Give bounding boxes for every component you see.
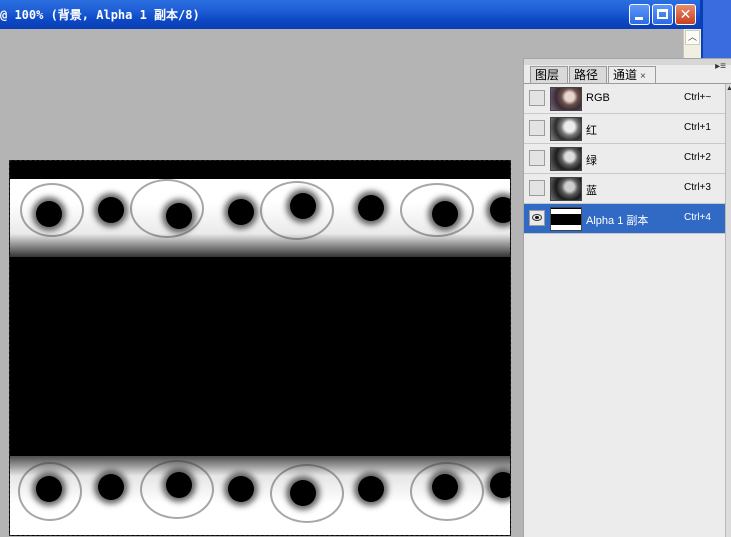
window-titlebar[interactable]: @ 100% (背景, Alpha 1 副本/8) ✕ (0, 0, 702, 29)
visibility-toggle[interactable] (529, 150, 545, 166)
channel-thumbnail (550, 147, 582, 171)
channel-name: RGB (586, 92, 610, 104)
visibility-toggle[interactable] (529, 90, 545, 106)
channel-shortcut: Ctrl+4 (684, 212, 711, 223)
channel-shortcut: Ctrl+3 (684, 182, 711, 193)
visibility-toggle[interactable] (529, 210, 545, 226)
channel-row-rgb[interactable]: RGB Ctrl+~ (524, 84, 725, 114)
channel-thumbnail (550, 117, 582, 141)
window-title: @ 100% (背景, Alpha 1 副本/8) (0, 8, 200, 22)
chevron-up-icon[interactable]: ︿ (685, 30, 700, 45)
visibility-toggle[interactable] (529, 120, 545, 136)
channel-row-alpha1-copy[interactable]: Alpha 1 副本 Ctrl+4 (524, 204, 725, 234)
panel-scrollbar[interactable]: ▲ (725, 84, 731, 537)
visibility-toggle[interactable] (529, 180, 545, 196)
minimize-icon (635, 17, 643, 20)
tab-paths[interactable]: 路径 (569, 66, 607, 83)
channel-name: Alpha 1 副本 (586, 215, 649, 227)
channel-shortcut: Ctrl+1 (684, 122, 711, 133)
channel-thumbnail (550, 207, 582, 231)
channels-panel: ▸≡ 图层 路径 通道 × RGB Ctrl+~ 红 Ctrl+1 绿 Ctrl+… (523, 58, 731, 537)
channel-name: 红 (586, 125, 597, 137)
channel-shortcut: Ctrl+2 (684, 152, 711, 163)
maximize-button[interactable] (652, 4, 673, 25)
close-icon: ✕ (679, 6, 692, 22)
tab-label: 通道 (613, 68, 638, 82)
chevron-up-icon[interactable]: ▲ (726, 84, 731, 93)
close-icon[interactable]: × (640, 71, 646, 82)
channel-row-green[interactable]: 绿 Ctrl+2 (524, 144, 725, 174)
tab-layers[interactable]: 图层 (530, 66, 568, 83)
tab-label: 路径 (574, 68, 599, 82)
channel-name: 蓝 (586, 185, 597, 197)
channel-row-blue[interactable]: 蓝 Ctrl+3 (524, 174, 725, 204)
top-white-band (10, 179, 510, 257)
panel-grip[interactable] (524, 59, 731, 65)
channel-thumbnail (550, 87, 582, 111)
eye-icon (532, 214, 542, 221)
tab-label: 图层 (535, 68, 560, 82)
channel-row-red[interactable]: 红 Ctrl+1 (524, 114, 725, 144)
channel-name: 绿 (586, 155, 597, 167)
channel-thumbnail (550, 177, 582, 201)
bottom-white-band (10, 456, 510, 535)
minimize-button[interactable] (629, 4, 650, 25)
channel-shortcut: Ctrl+~ (684, 92, 712, 103)
maximize-icon (657, 9, 668, 19)
close-button[interactable]: ✕ (675, 4, 696, 25)
vertical-scrollbar[interactable]: ︿ (683, 29, 701, 59)
panel-menu-icon[interactable]: ▸≡ (715, 61, 726, 72)
tab-channels[interactable]: 通道 × (608, 66, 656, 84)
document-canvas[interactable] (9, 160, 511, 536)
